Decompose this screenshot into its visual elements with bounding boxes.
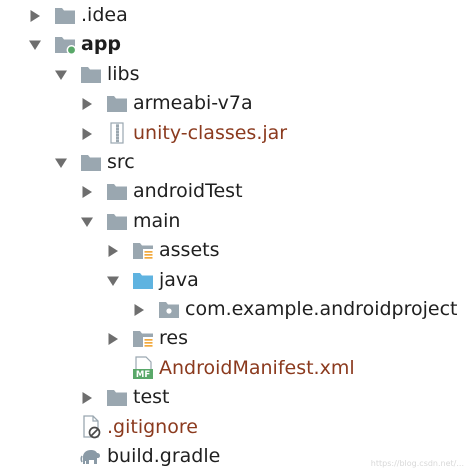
tree-node-package[interactable]: com.example.androidproject bbox=[0, 295, 474, 324]
folder-icon bbox=[81, 66, 101, 83]
tree-node-idea[interactable]: .idea bbox=[0, 1, 474, 30]
chevron-right-icon[interactable] bbox=[132, 303, 146, 317]
folder-icon bbox=[107, 184, 127, 201]
chevron-right-icon[interactable] bbox=[80, 185, 94, 199]
tree-node-label: src bbox=[107, 151, 135, 173]
svg-text:MF: MF bbox=[136, 370, 150, 380]
jar-file-icon bbox=[110, 121, 124, 144]
tree-node-label: assets bbox=[159, 239, 220, 262]
tree-node-label: main bbox=[133, 209, 181, 232]
resources-folder-icon bbox=[133, 243, 154, 261]
chevron-down-icon[interactable] bbox=[28, 38, 42, 52]
folder-icon bbox=[81, 155, 101, 171]
chevron-right-icon[interactable] bbox=[28, 9, 42, 23]
source-folder-icon bbox=[133, 272, 153, 289]
tree-node-test[interactable]: test bbox=[0, 383, 474, 412]
tree-node-androidtest[interactable]: androidTest bbox=[0, 177, 474, 206]
chevron-right-icon[interactable] bbox=[106, 244, 120, 258]
chevron-down-icon[interactable] bbox=[106, 274, 120, 288]
chevron-right-icon[interactable] bbox=[80, 97, 94, 111]
folder-icon bbox=[107, 213, 127, 230]
package-icon bbox=[159, 302, 179, 318]
tree-node-res[interactable]: res bbox=[0, 324, 474, 353]
tree-node-assets[interactable]: assets bbox=[0, 236, 474, 265]
tree-node-gitignore[interactable]: .gitignore bbox=[0, 413, 474, 442]
tree-node-label: armeabi-v7a bbox=[133, 92, 253, 115]
chevron-down-icon[interactable] bbox=[54, 68, 68, 82]
gradle-elephant-icon bbox=[80, 450, 100, 464]
tree-node-label: test bbox=[133, 386, 170, 409]
tree-node-label: unity-classes.jar bbox=[133, 121, 288, 144]
resources-folder-icon bbox=[133, 331, 154, 349]
tree-node-java[interactable]: java bbox=[0, 266, 474, 295]
tree-node-armeabi[interactable]: armeabi-v7a bbox=[0, 89, 474, 118]
chevron-right-icon[interactable] bbox=[106, 332, 120, 346]
tree-node-label: java bbox=[159, 268, 199, 291]
chevron-down-icon[interactable] bbox=[54, 156, 68, 170]
module-folder-icon bbox=[55, 37, 77, 56]
folder-icon bbox=[107, 390, 127, 407]
tree-node-label: build.gradle bbox=[107, 445, 221, 467]
tree-node-label: .gitignore bbox=[107, 415, 198, 438]
tree-node-label: .idea bbox=[81, 4, 128, 26]
ignored-file-icon bbox=[83, 414, 101, 438]
tree-node-unity-jar[interactable]: unity-classes.jar bbox=[0, 119, 474, 148]
tree-node-libs[interactable]: libs bbox=[0, 60, 474, 89]
folder-icon bbox=[55, 8, 75, 24]
chevron-down-icon[interactable] bbox=[80, 215, 94, 229]
tree-node-label: androidTest bbox=[133, 180, 243, 203]
tree-node-label: AndroidManifest.xml bbox=[159, 356, 355, 379]
tree-node-label: libs bbox=[107, 62, 140, 85]
project-tree: .idea app libs armeabi-v7a unity-classes.jar… bbox=[0, 0, 474, 474]
tree-node-label: res bbox=[159, 327, 188, 350]
chevron-right-icon[interactable] bbox=[80, 127, 94, 141]
watermark: https://blog.csdn.net/... bbox=[370, 459, 464, 468]
tree-node-label: com.example.androidproject bbox=[185, 298, 458, 320]
tree-node-app[interactable]: app bbox=[0, 30, 474, 59]
folder-icon bbox=[107, 96, 127, 113]
tree-node-manifest[interactable]: MF AndroidManifest.xml bbox=[0, 354, 474, 383]
tree-node-main[interactable]: main bbox=[0, 207, 474, 236]
manifest-file-icon: MF bbox=[133, 356, 153, 380]
tree-node-src[interactable]: src bbox=[0, 148, 474, 177]
tree-node-label: app bbox=[81, 33, 122, 56]
chevron-right-icon[interactable] bbox=[80, 391, 94, 405]
